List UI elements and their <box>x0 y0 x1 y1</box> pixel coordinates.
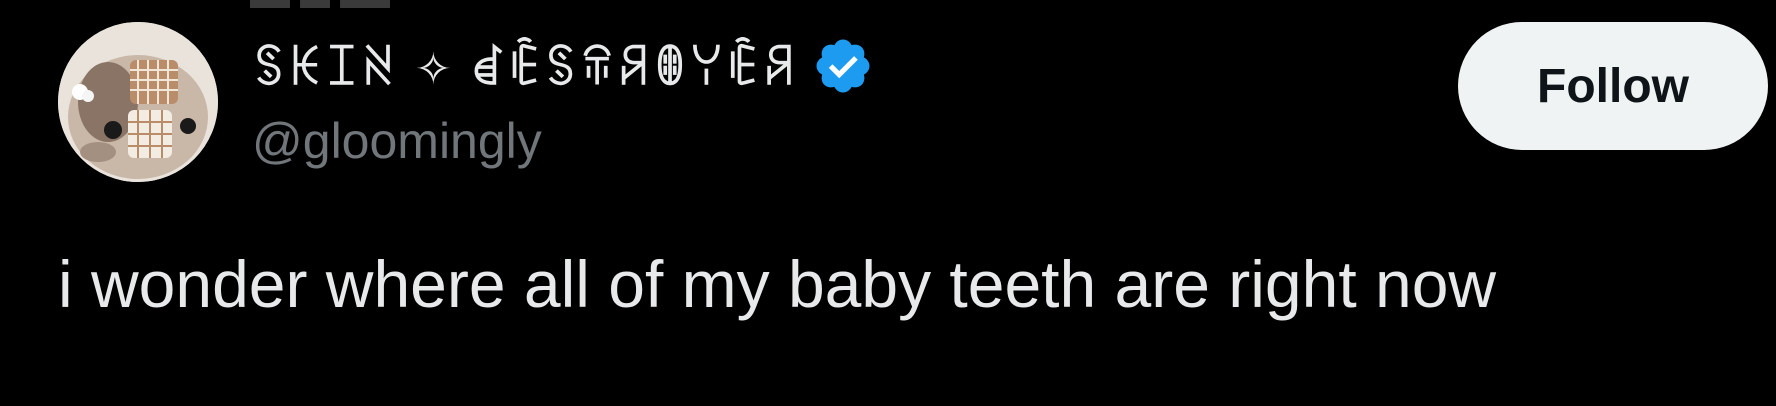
author-display-name[interactable]: ꌗꀘꀤꋊ ✧ ꀸꍟꌗꋖꋪꂦꌩꍟꋪ <box>252 37 798 95</box>
avatar-image <box>58 22 218 182</box>
avatar[interactable] <box>58 22 218 182</box>
author-handle[interactable]: @gloomingly <box>252 112 542 170</box>
follow-button[interactable]: Follow <box>1458 22 1768 150</box>
tweet-text: i wonder where all of my baby teeth are … <box>58 247 1497 321</box>
verified-badge-icon[interactable] <box>812 35 874 97</box>
previous-tweet-fragment <box>250 0 480 8</box>
author-name-row: ꌗꀘꀤꋊ ✧ ꀸꍟꌗꋖꋪꂦꌩꍟꋪ <box>252 30 874 102</box>
